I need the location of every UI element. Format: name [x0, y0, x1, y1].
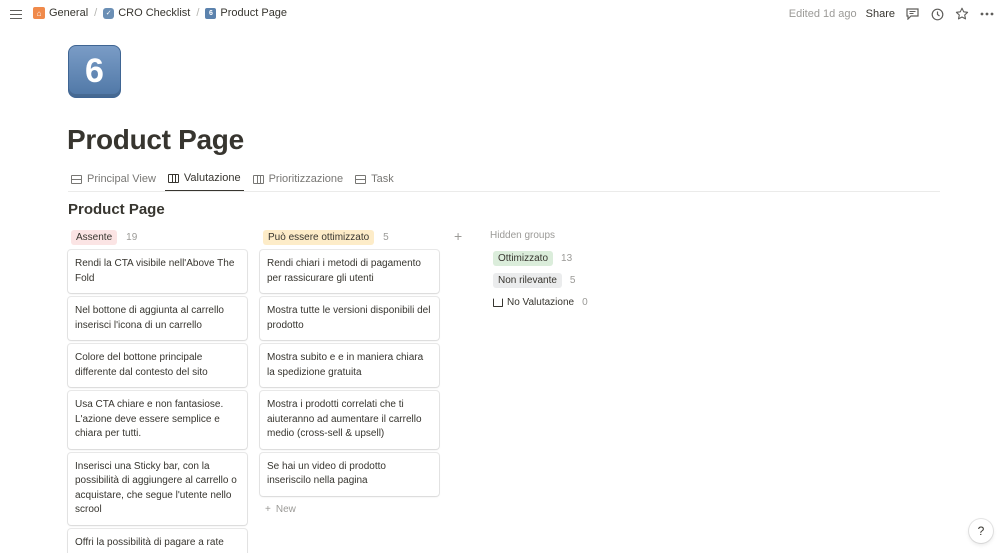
board-icon: [252, 174, 264, 184]
tab-divider: [68, 191, 940, 192]
page-icon[interactable]: 6: [68, 45, 121, 98]
status-badge: Assente: [71, 229, 118, 245]
tab-prioritizzazione[interactable]: Prioritizzazione: [250, 168, 347, 192]
add-group-button[interactable]: +: [454, 228, 462, 244]
group-count: 5: [569, 275, 576, 286]
new-card-button[interactable]: + New: [260, 500, 439, 519]
column-header[interactable]: Assente 19: [68, 228, 247, 246]
board-card[interactable]: Mostra tutte le versioni disponibili del…: [260, 297, 439, 340]
view-tabs: Principal View Valutazione Prioritizzazi…: [68, 168, 397, 192]
board-icon: [167, 173, 179, 183]
breadcrumb-cro-checklist[interactable]: ✓ CRO Checklist: [103, 7, 190, 19]
page-title[interactable]: Product Page: [67, 124, 244, 156]
tab-valutazione[interactable]: Valutazione: [164, 168, 244, 192]
hidden-group-no-valutazione[interactable]: No Valutazione 0: [490, 294, 588, 311]
more-icon[interactable]: [979, 6, 995, 22]
tab-principal-view[interactable]: Principal View: [68, 168, 159, 192]
menu-icon[interactable]: [8, 7, 24, 23]
hidden-group-non-rilevante[interactable]: Non rilevante 5: [490, 272, 588, 289]
edited-timestamp: Edited 1d ago: [788, 8, 857, 20]
status-badge: Non rilevante: [493, 273, 562, 288]
hidden-groups-title: Hidden groups: [490, 230, 556, 241]
board-card[interactable]: Offri la possibilità di pagare a rate: [68, 528, 247, 553]
table-icon: [71, 174, 82, 184]
breadcrumb-separator: /: [196, 7, 200, 19]
comment-icon[interactable]: [904, 6, 920, 22]
breadcrumb: ⌂ General / ✓ CRO Checklist / 6 Product …: [33, 7, 287, 19]
status-badge: Può essere ottimizzato: [263, 229, 375, 245]
board-card[interactable]: Rendi la CTA visibile nell'Above The Fol…: [68, 250, 247, 293]
star-icon[interactable]: [954, 6, 970, 22]
group-count: 0: [582, 297, 588, 308]
column-header[interactable]: Può essere ottimizzato 5: [260, 228, 439, 246]
board-card[interactable]: Colore del bottone principale differente…: [68, 344, 247, 387]
number-six-icon: 6: [205, 7, 217, 19]
breadcrumb-separator: /: [94, 7, 98, 19]
board-card[interactable]: Inserisci una Sticky bar, con la possibi…: [68, 452, 247, 525]
top-bar: ⌂ General / ✓ CRO Checklist / 6 Product …: [0, 0, 1005, 30]
inbox-icon: [493, 298, 503, 307]
share-button[interactable]: Share: [866, 8, 895, 20]
board-card[interactable]: Se hai un video di prodotto inseriscilo …: [260, 452, 439, 496]
board-card[interactable]: Usa CTA chiare e non fantasiose. L'azion…: [68, 391, 247, 449]
tab-task[interactable]: Task: [352, 168, 397, 192]
board-title[interactable]: Product Page: [68, 201, 165, 218]
breadcrumb-general[interactable]: ⌂ General: [33, 7, 88, 19]
column-count: 5: [383, 231, 389, 243]
group-count: 13: [561, 253, 573, 264]
board-card[interactable]: Mostra subito e e in maniera chiara la s…: [260, 344, 439, 387]
status-badge: Ottimizzato: [493, 251, 554, 266]
board-card[interactable]: Mostra i prodotti correlati che ti aiute…: [260, 391, 439, 449]
hidden-groups: Hidden groups Ottimizzato 13 Non rilevan…: [490, 230, 588, 316]
checklist-icon: ✓: [103, 7, 115, 19]
plus-icon: +: [265, 503, 271, 515]
top-right-actions: Edited 1d ago Share: [789, 6, 995, 22]
help-button[interactable]: ?: [969, 519, 993, 543]
board-card[interactable]: Nel bottone di aggiunta al carrello inse…: [68, 297, 247, 340]
breadcrumb-product-page[interactable]: 6 Product Page: [205, 7, 287, 19]
home-icon: ⌂: [33, 7, 45, 19]
hidden-group-ottimizzato[interactable]: Ottimizzato 13: [490, 250, 588, 267]
column-count: 19: [126, 231, 138, 243]
board-card[interactable]: Rendi chiari i metodi di pagamento per r…: [260, 250, 439, 293]
table-icon: [355, 174, 367, 184]
board-column-puo-essere-ottimizzato: Può essere ottimizzato 5 Rendi chiari i …: [260, 228, 439, 519]
clock-icon[interactable]: [929, 6, 945, 22]
board-column-assente: Assente 19 Rendi la CTA visibile nell'Ab…: [68, 228, 247, 553]
